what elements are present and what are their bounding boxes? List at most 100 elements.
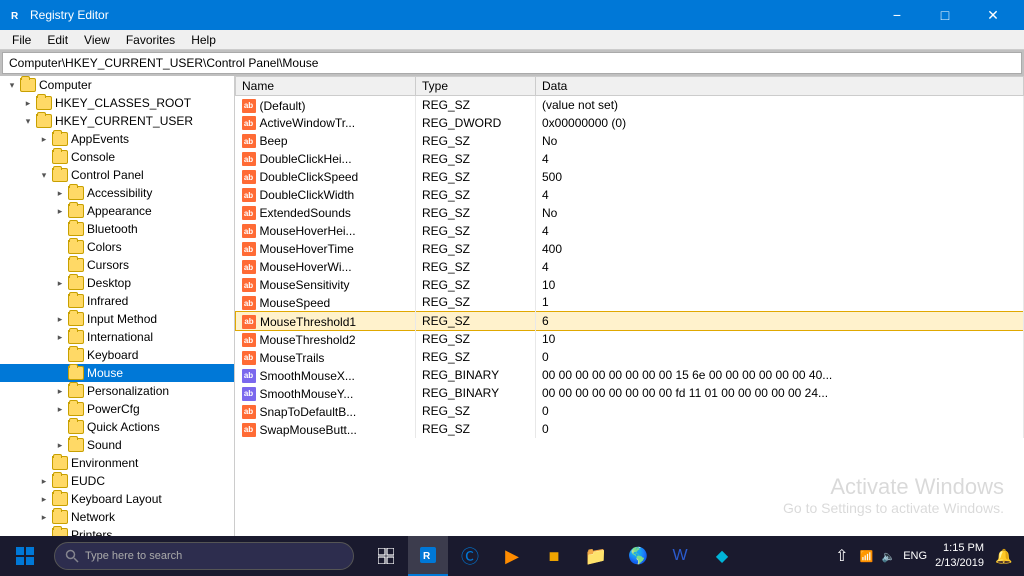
menu-edit[interactable]: Edit xyxy=(39,31,76,49)
tree-item-cursors[interactable]: Cursors xyxy=(0,256,234,274)
cell-name: abSnapToDefaultB... xyxy=(236,402,416,420)
tree-item-printers[interactable]: Printers xyxy=(0,526,234,536)
tree-item-sound[interactable]: ▸Sound xyxy=(0,436,234,454)
tray-expand-button[interactable]: ⇧ xyxy=(832,536,852,576)
registry-taskbar-button[interactable]: R xyxy=(408,536,448,576)
tree-item-international[interactable]: ▸International xyxy=(0,328,234,346)
menu-file[interactable]: File xyxy=(4,31,39,49)
cell-type: REG_SZ xyxy=(416,204,536,222)
menu-favorites[interactable]: Favorites xyxy=(118,31,183,49)
tree-item-keyboard_layout[interactable]: ▸Keyboard Layout xyxy=(0,490,234,508)
task-view-button[interactable] xyxy=(366,536,406,576)
table-row[interactable]: abMouseTrailsREG_SZ0 xyxy=(236,348,1024,366)
taskbar-search[interactable]: Type here to search xyxy=(54,542,354,570)
tree-item-input_method[interactable]: ▸Input Method xyxy=(0,310,234,328)
cell-name: abMouseSpeed xyxy=(236,294,416,312)
cell-name: abMouseThreshold1 xyxy=(236,312,416,331)
cell-name: abSmoothMouseX... xyxy=(236,366,416,384)
tree-item-bluetooth[interactable]: Bluetooth xyxy=(0,220,234,238)
cell-type: REG_SZ xyxy=(416,150,536,168)
tree-item-control_panel[interactable]: ▾Control Panel xyxy=(0,166,234,184)
tree-toggle-accessibility: ▸ xyxy=(52,188,68,199)
vlc-button[interactable]: ▶ xyxy=(492,536,532,576)
tree-label-keyboard_layout: Keyboard Layout xyxy=(71,492,162,506)
table-row[interactable]: abMouseSpeedREG_SZ1 xyxy=(236,294,1024,312)
table-row[interactable]: abMouseHoverWi...REG_SZ4 xyxy=(236,258,1024,276)
table-row[interactable]: abDoubleClickWidthREG_SZ4 xyxy=(236,186,1024,204)
tree-toggle-appevents: ▸ xyxy=(36,134,52,145)
start-button[interactable] xyxy=(0,536,50,576)
minimize-button[interactable]: − xyxy=(874,0,920,30)
cell-data: 0 xyxy=(536,420,1024,438)
tree-label-powercfg: PowerCfg xyxy=(87,402,140,416)
tray-network-icon: 📶 xyxy=(860,550,874,563)
edge-button[interactable]: Ⓒ xyxy=(450,536,490,576)
reg-value-icon: ab xyxy=(242,260,256,274)
cell-name: abExtendedSounds xyxy=(236,204,416,222)
notification-button[interactable]: 🔔 xyxy=(992,536,1016,576)
tree-label-printers: Printers xyxy=(71,528,112,536)
table-row[interactable]: abDoubleClickSpeedREG_SZ500 xyxy=(236,168,1024,186)
tree-item-colors[interactable]: Colors xyxy=(0,238,234,256)
tree-label-quick_actions: Quick Actions xyxy=(87,420,160,434)
cell-data: 4 xyxy=(536,222,1024,240)
tree-label-accessibility: Accessibility xyxy=(87,186,152,200)
tree-item-infrared[interactable]: Infrared xyxy=(0,292,234,310)
cell-data: 0x00000000 (0) xyxy=(536,114,1024,132)
tree-item-appearance[interactable]: ▸Appearance xyxy=(0,202,234,220)
tree-item-powercfg[interactable]: ▸ PowerCfg xyxy=(0,400,234,418)
cell-data: 10 xyxy=(536,330,1024,348)
menu-help[interactable]: Help xyxy=(183,31,224,49)
tree-item-accessibility[interactable]: ▸ Accessibility xyxy=(0,184,234,202)
chrome-button[interactable]: 🌎 xyxy=(618,536,658,576)
table-row[interactable]: abMouseHoverHei...REG_SZ4 xyxy=(236,222,1024,240)
table-row[interactable]: abMouseSensitivityREG_SZ10 xyxy=(236,276,1024,294)
tree-item-computer[interactable]: ▾Computer xyxy=(0,76,234,94)
tree-toggle-powercfg: ▸ xyxy=(52,404,68,415)
clock-date: 2/13/2019 xyxy=(935,556,984,571)
maximize-button[interactable]: □ xyxy=(922,0,968,30)
word-button[interactable]: W xyxy=(660,536,700,576)
cell-type: REG_SZ xyxy=(416,294,536,312)
extra-button[interactable]: ◆ xyxy=(702,536,742,576)
table-row[interactable]: abDoubleClickHei...REG_SZ4 xyxy=(236,150,1024,168)
table-row[interactable]: abActiveWindowTr...REG_DWORD0x00000000 (… xyxy=(236,114,1024,132)
table-row[interactable]: abSmoothMouseY...REG_BINARY00 00 00 00 0… xyxy=(236,384,1024,402)
cell-type: REG_SZ xyxy=(416,330,536,348)
store-button[interactable]: ■ xyxy=(534,536,574,576)
table-row[interactable]: abSwapMouseButt...REG_SZ0 xyxy=(236,420,1024,438)
table-row[interactable]: abMouseHoverTimeREG_SZ400 xyxy=(236,240,1024,258)
table-row[interactable]: abMouseThreshold2REG_SZ10 xyxy=(236,330,1024,348)
table-row[interactable]: abSmoothMouseX...REG_BINARY00 00 00 00 0… xyxy=(236,366,1024,384)
table-row[interactable]: abBeepREG_SZNo xyxy=(236,132,1024,150)
tree-item-quick_actions[interactable]: Quick Actions xyxy=(0,418,234,436)
tree-item-keyboard[interactable]: Keyboard xyxy=(0,346,234,364)
files-button[interactable]: 📁 xyxy=(576,536,616,576)
table-row[interactable]: abSnapToDefaultB...REG_SZ0 xyxy=(236,402,1024,420)
tree-item-personalization[interactable]: ▸Personalization xyxy=(0,382,234,400)
menu-view[interactable]: View xyxy=(76,31,118,49)
cell-name: abActiveWindowTr... xyxy=(236,114,416,132)
reg-value-icon: ab xyxy=(242,206,256,220)
tree-item-eudc[interactable]: ▸EUDC xyxy=(0,472,234,490)
cell-data: (value not set) xyxy=(536,96,1024,114)
cell-name: abDoubleClickSpeed xyxy=(236,168,416,186)
tree-item-hkey_current_user[interactable]: ▾HKEY_CURRENT_USER xyxy=(0,112,234,130)
reg-value-icon: ab xyxy=(242,423,256,437)
tree-item-appevents[interactable]: ▸AppEvents xyxy=(0,130,234,148)
tree-item-mouse[interactable]: Mouse xyxy=(0,364,234,382)
reg-value-icon: ab xyxy=(242,369,256,383)
close-button[interactable]: ✕ xyxy=(970,0,1016,30)
taskbar-clock[interactable]: 1:15 PM 2/13/2019 xyxy=(935,541,984,572)
table-row[interactable]: ab(Default)REG_SZ(value not set) xyxy=(236,96,1024,114)
table-row[interactable]: abMouseThreshold1REG_SZ6 xyxy=(236,312,1024,331)
folder-icon-network xyxy=(52,510,68,524)
folder-icon-environment xyxy=(52,456,68,470)
tree-item-environment[interactable]: Environment xyxy=(0,454,234,472)
cell-type: REG_SZ xyxy=(416,348,536,366)
tree-item-desktop[interactable]: ▸Desktop xyxy=(0,274,234,292)
tree-item-network[interactable]: ▸Network xyxy=(0,508,234,526)
table-row[interactable]: abExtendedSoundsREG_SZNo xyxy=(236,204,1024,222)
tree-item-hkey_classes_root[interactable]: ▸HKEY_CLASSES_ROOT xyxy=(0,94,234,112)
tree-item-console[interactable]: Console xyxy=(0,148,234,166)
